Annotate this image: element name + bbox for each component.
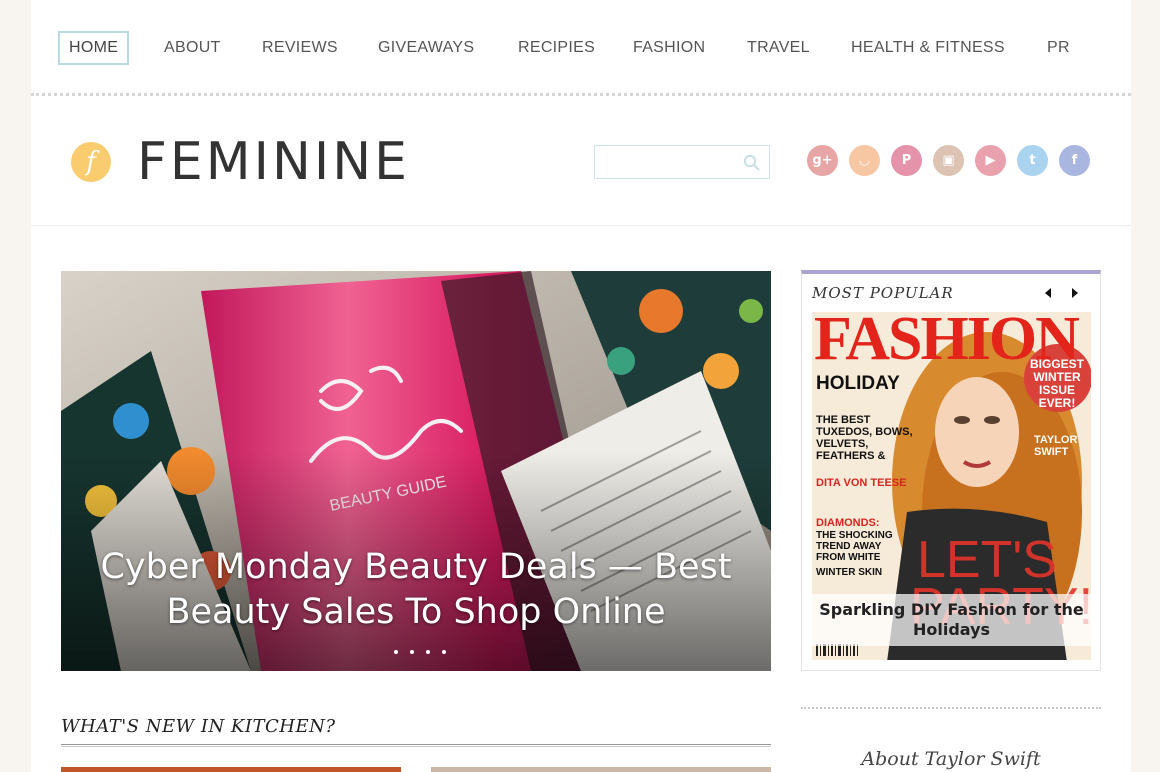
sidebar-divider <box>801 707 1101 709</box>
nav-item-giveaways[interactable]: GIVEAWAYS <box>378 31 474 65</box>
nav-item-reviews[interactable]: REVIEWS <box>262 31 338 65</box>
most-popular-widget: MOST POPULAR LET'S FASHION HOLIDAY THE B… <box>801 270 1101 671</box>
google-plus-icon[interactable]: g+ <box>807 145 838 176</box>
slider-dot[interactable] <box>442 650 446 654</box>
popular-post-title[interactable]: Sparkling DIY Fashion for the Holidays <box>812 594 1091 646</box>
nav-item-pr[interactable]: PR <box>1047 31 1070 65</box>
twitter-icon[interactable]: t <box>1017 145 1048 176</box>
slider-pagination <box>394 650 454 656</box>
nav-item-travel[interactable]: TRAVEL <box>747 31 810 65</box>
magazine-text: DITA VON TEESE <box>816 477 907 489</box>
nav-item-health-fitness[interactable]: HEALTH & FITNESS <box>851 31 1005 65</box>
rss-icon[interactable]: ◡ <box>849 145 880 176</box>
section-divider <box>61 744 771 747</box>
magazine-text: THE BEST TUXEDOS, BOWS, VELVETS, FEATHERS & <box>816 414 913 462</box>
search-icon[interactable] <box>743 154 761 172</box>
page: HOME ABOUT REVIEWS GIVEAWAYS RECIPIES FA… <box>31 0 1131 772</box>
main-nav: HOME ABOUT REVIEWS GIVEAWAYS RECIPIES FA… <box>31 0 1131 96</box>
prev-arrow-icon[interactable] <box>1042 286 1054 300</box>
section-title: WHAT'S NEW IN KITCHEN? <box>61 716 336 737</box>
facebook-icon[interactable]: f <box>1059 145 1090 176</box>
pinterest-icon[interactable]: P <box>891 145 922 176</box>
slider-dot[interactable] <box>394 650 398 654</box>
magazine-text: TAYLOR SWIFT <box>1034 434 1078 458</box>
search-input[interactable] <box>601 152 731 172</box>
post-thumbnail[interactable] <box>431 767 771 772</box>
about-widget-title: About Taylor Swift <box>861 748 1041 770</box>
post-thumbnail[interactable] <box>61 767 401 772</box>
nav-item-recipies[interactable]: RECIPIES <box>518 31 595 65</box>
nav-item-about[interactable]: ABOUT <box>164 31 221 65</box>
nav-item-home[interactable]: HOME <box>58 31 130 65</box>
magazine-text: DIAMONDS: <box>816 517 880 529</box>
magazine-badge-text: BIGGEST WINTER ISSUE EVER! <box>1030 357 1085 410</box>
nav-item-fashion[interactable]: FASHION <box>633 31 705 65</box>
magazine-text: THE SHOCKING TREND AWAY FROM WHITE <box>816 530 893 563</box>
slider-dot[interactable] <box>410 650 414 654</box>
magazine-text: HOLIDAY <box>816 373 900 394</box>
logo-icon[interactable]: f <box>71 142 111 182</box>
magazine-text: WINTER SKIN <box>816 567 883 578</box>
widget-title: MOST POPULAR <box>812 284 954 302</box>
site-title[interactable]: FEMININE <box>137 132 410 192</box>
instagram-icon[interactable]: ▣ <box>933 145 964 176</box>
slider-dot[interactable] <box>426 650 430 654</box>
next-arrow-icon[interactable] <box>1069 286 1081 300</box>
slider-title[interactable]: Cyber Monday Beauty Deals — Best Beauty … <box>81 545 751 635</box>
site-header: f FEMININE g+ ◡ P ▣ ▶ t f <box>31 98 1131 226</box>
youtube-icon[interactable]: ▶ <box>975 145 1006 176</box>
search-box <box>594 145 770 179</box>
featured-slider[interactable]: BEAUTY GUIDE Cyber Monday Beauty Deals —… <box>61 271 771 671</box>
popular-post-image[interactable]: LET'S PARTY! FASHION HOLIDAY THE BESTTUX… <box>812 312 1091 660</box>
